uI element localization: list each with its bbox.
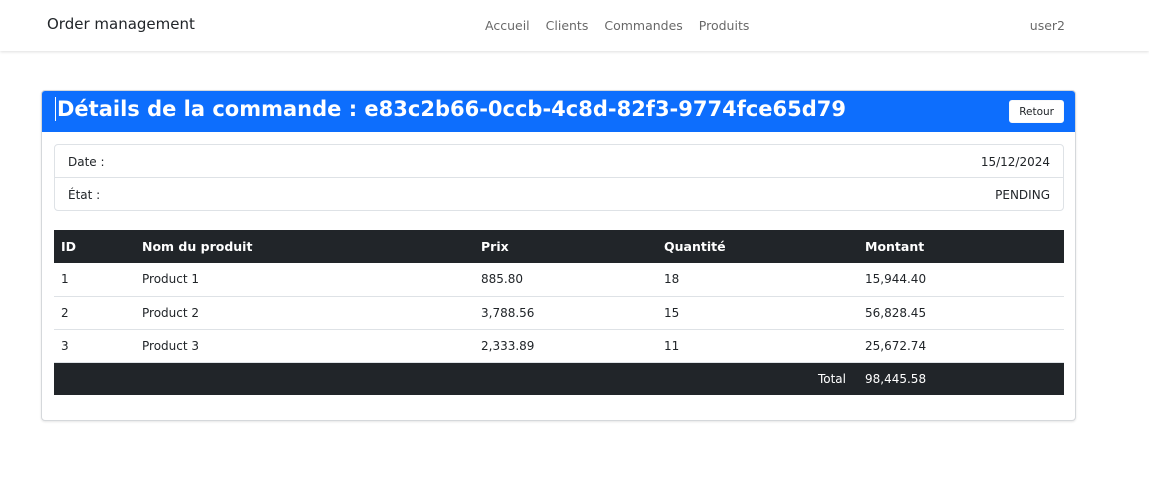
order-info-list: Date : 15/12/2024 État : PENDING: [54, 144, 1064, 211]
date-value: 15/12/2024: [980, 155, 1050, 169]
cell-id: 1: [54, 263, 135, 297]
info-row-date: Date : 15/12/2024: [55, 145, 1063, 178]
cell-price: 3,788.56: [474, 296, 657, 330]
card-header: Détails de la commande : e83c2b66-0ccb-4…: [42, 91, 1075, 132]
cell-amount: 56,828.45: [858, 296, 1064, 330]
table-row: 3 Product 3 2,333.89 11 25,672.74: [54, 329, 1064, 363]
header-amount: Montant: [858, 230, 1064, 263]
cell-quantity: 18: [657, 263, 858, 297]
date-label: Date :: [68, 155, 105, 169]
page-title: Détails de la commande : e83c2b66-0ccb-4…: [55, 97, 847, 121]
info-row-status: État : PENDING: [55, 178, 1063, 211]
cell-id: 2: [54, 296, 135, 330]
header-price: Prix: [474, 230, 657, 263]
header-id: ID: [54, 230, 135, 263]
header-quantity: Quantité: [657, 230, 858, 263]
cell-quantity: 11: [657, 329, 858, 363]
cell-price: 885.80: [474, 263, 657, 297]
table-row: 2 Product 2 3,788.56 15 56,828.45: [54, 296, 1064, 330]
total-value: 98,445.58: [858, 362, 1064, 395]
total-label: Total: [54, 362, 858, 395]
cell-quantity: 15: [657, 296, 858, 330]
back-button[interactable]: Retour: [1009, 100, 1064, 123]
user-menu[interactable]: user2: [1030, 18, 1065, 33]
cell-product-name: Product 3: [135, 329, 474, 363]
table-row: 1 Product 1 885.80 18 15,944.40: [54, 263, 1064, 297]
navbar: Order management Accueil Clients Command…: [0, 0, 1149, 51]
nav-link-clients[interactable]: Clients: [546, 18, 589, 33]
nav-link-produits[interactable]: Produits: [699, 18, 750, 33]
brand-link[interactable]: Order management: [47, 15, 195, 33]
nav-links: Accueil Clients Commandes Produits: [485, 18, 749, 33]
cell-amount: 15,944.40: [858, 263, 1064, 297]
status-value: PENDING: [995, 188, 1050, 202]
order-items-table: ID Nom du produit Prix Quantité Montant …: [54, 230, 1064, 395]
cell-price: 2,333.89: [474, 329, 657, 363]
cell-id: 3: [54, 329, 135, 363]
order-details-card: Détails de la commande : e83c2b66-0ccb-4…: [41, 90, 1076, 421]
header-product-name: Nom du produit: [135, 230, 474, 263]
status-label: État :: [68, 188, 101, 202]
nav-link-commandes[interactable]: Commandes: [604, 18, 682, 33]
cell-product-name: Product 2: [135, 296, 474, 330]
table-header-row: ID Nom du produit Prix Quantité Montant: [54, 230, 1064, 263]
table-footer-row: Total 98,445.58: [54, 362, 1064, 395]
cell-amount: 25,672.74: [858, 329, 1064, 363]
nav-link-accueil[interactable]: Accueil: [485, 18, 530, 33]
cell-product-name: Product 1: [135, 263, 474, 297]
